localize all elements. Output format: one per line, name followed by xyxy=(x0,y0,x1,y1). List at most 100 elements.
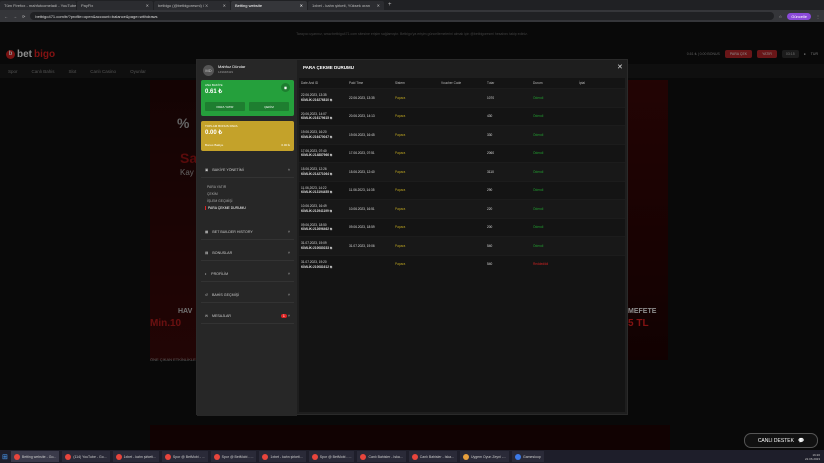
close-tab-icon[interactable]: ✕ xyxy=(146,3,149,8)
copy-icon[interactable]: ⧉ xyxy=(330,265,332,269)
cell-voucher xyxy=(439,143,485,163)
cell-system: Papara xyxy=(393,143,439,163)
windows-taskbar: ⊞ Betting website - Go... (114) YouTube -… xyxy=(0,450,824,463)
copy-icon[interactable]: ⧉ xyxy=(330,135,332,139)
deposit-button[interactable]: PARA YATIR xyxy=(205,102,245,111)
cell-cancel xyxy=(577,217,625,237)
close-icon[interactable]: ✕ xyxy=(617,63,623,71)
cell-paid: 15.06.2023, 12:40 xyxy=(347,162,393,181)
new-tab-icon[interactable]: + xyxy=(388,2,392,8)
taskbar-item-label: Gamesloop xyxy=(522,454,541,459)
table-header-row: Date And ID Paid Time Sistem Voucher Cod… xyxy=(299,78,625,89)
taskbar-item[interactable]: 1xbet - kahn şirketi... xyxy=(259,451,306,462)
windows-start-icon[interactable]: ⊞ xyxy=(2,453,8,461)
cell-paid: 11.06.2023, 14:35 xyxy=(347,180,393,200)
cell-date: 31.07.2023, 19:09 KİMLİK:210080233 ⧉ xyxy=(299,236,347,255)
table-row: 19.06.2023, 16:20 KİMLİK:216470047 ⧉ 19.06… xyxy=(299,125,625,144)
browser-tab[interactable]: betbigo (@betbigoresmi) / X ✕ xyxy=(154,1,230,10)
browser-tab-label: Betting website xyxy=(235,3,263,8)
browser-icon xyxy=(115,453,122,460)
table-row: 09.06.2023, 18:50 KİMLİK:212696462 ⧉ 09.06… xyxy=(299,217,625,237)
taskbar-item[interactable]: Uygem Oyun Zeyni -... xyxy=(459,451,509,462)
bet-builder-icon: ▦ xyxy=(205,230,209,234)
taskbar-item[interactable]: Canlı Bahisler - Iska... xyxy=(357,451,406,462)
forward-icon[interactable]: → xyxy=(13,14,17,19)
url-field[interactable]: betbigo471.com/tr/?profile=open&account=… xyxy=(30,12,774,20)
cell-date: 22.06.2023, 13:35 KİMLİK:216276810 ⧉ xyxy=(299,88,347,107)
close-tab-icon[interactable]: ✕ xyxy=(300,3,303,8)
submenu-withdraw-status[interactable]: PARA ÇEKME DURUMU xyxy=(205,206,246,210)
cell-cancel xyxy=(577,254,625,274)
browser-address-bar: ← → ⟳ betbigo471.com/tr/?profile=open&ac… xyxy=(0,10,824,22)
taskbar-item[interactable]: Gamesloop xyxy=(511,451,544,462)
cell-system: Papara xyxy=(393,254,439,274)
taskbar-item[interactable]: Spor @ BetMobi - ... xyxy=(161,451,208,462)
submenu-withdraw[interactable]: ÇEKİM xyxy=(207,192,218,196)
taskbar-item[interactable]: Spor @ BetMobi - ... xyxy=(210,451,257,462)
menu-icon[interactable]: ⋮ xyxy=(816,14,820,19)
cell-system: Papara xyxy=(393,162,439,181)
back-icon[interactable]: ← xyxy=(4,14,8,19)
taskbar-item-label: 1xbet - kahn şirketi... xyxy=(270,454,303,459)
avatar: MD xyxy=(203,65,214,76)
taskbar-item[interactable]: Spor @ BetMobi - ... xyxy=(308,451,355,462)
browser-tab[interactable]: Tüm Firefox - mahfutcomeladi - YouTube✕ xyxy=(0,1,76,10)
cell-paid xyxy=(347,254,393,274)
taskbar-clock[interactable]: 16:20 22.06.2023 xyxy=(805,453,824,461)
copy-icon[interactable]: ⧉ xyxy=(330,172,332,176)
menu-bet-history[interactable]: ↺ BAHİS GEÇMİŞİ ˅ xyxy=(201,288,294,303)
gift-icon: ▤ xyxy=(205,251,209,255)
id-text: KİMLİK:216179615 xyxy=(301,116,329,121)
account-modal: MD Mahfuz Dündar 149948429 ANA BAKİYE 0.… xyxy=(196,59,628,416)
browser-tab-label: betbigo (@betbigoresmi) / X xyxy=(158,3,208,8)
reload-icon[interactable]: ⟳ xyxy=(22,14,25,19)
copy-icon[interactable]: ⧉ xyxy=(330,153,332,157)
browser-tab[interactable]: Betting website ✕ xyxy=(231,1,307,10)
cell-status: Ödendi xyxy=(531,143,577,163)
taskbar-item[interactable]: Canlı Bahisler - Iska... xyxy=(408,451,457,462)
table-row: 17.06.2023, 07:40 KİMLİK:214887966 ⧉ 17.06… xyxy=(299,143,625,163)
id-text: KİMLİK:216470047 xyxy=(301,134,329,139)
menu-bonuses-label: BONUSLAR xyxy=(212,251,233,255)
taskbar-item[interactable]: Betting website - Go... xyxy=(10,451,60,462)
id-text: KİMLİK:214271064 xyxy=(301,171,329,176)
history-icon: ↺ xyxy=(205,293,209,297)
menu-wallet-label: BAKİYE YÖNETİMİ xyxy=(212,168,244,172)
menu-profile[interactable]: ◐ PROFİLİM ˅ xyxy=(201,267,294,282)
star-icon[interactable]: ☆ xyxy=(779,14,783,19)
browser-tab[interactable]: PayFix ✕ xyxy=(77,1,153,10)
copy-icon[interactable]: ⧉ xyxy=(330,227,332,231)
cell-system: Papara xyxy=(393,180,439,200)
copy-icon[interactable]: ⧉ xyxy=(330,246,332,250)
profile-icon: ◐ xyxy=(205,272,208,276)
taskbar-item[interactable]: 1xbet - kahn şirketi... xyxy=(112,451,159,462)
profile-button[interactable]: Güncelle xyxy=(787,12,811,20)
menu-wallet[interactable]: ▣ BAKİYE YÖNETİMİ ˄ xyxy=(201,163,294,178)
menu-bet-builder[interactable]: ▦ BET BUILDER HISTORY ˅ xyxy=(201,225,294,240)
cell-voucher xyxy=(439,162,485,181)
submenu-history[interactable]: İŞLEM GEÇMİŞİ xyxy=(207,199,232,203)
live-support-label: CANLI DESTEK xyxy=(757,437,794,444)
menu-bonuses[interactable]: ▤ BONUSLAR ˅ xyxy=(201,246,294,261)
copy-icon[interactable]: ⧉ xyxy=(330,98,332,102)
copy-icon[interactable]: ⧉ xyxy=(330,116,332,120)
close-tab-icon[interactable]: ✕ xyxy=(223,3,226,8)
wallet-icon: ▣ xyxy=(205,168,209,172)
withdraw-button[interactable]: ÇEKİM xyxy=(249,102,289,111)
taskbar-item[interactable]: (114) YouTube - Go... xyxy=(62,451,110,462)
copy-icon[interactable]: ⧉ xyxy=(330,209,332,213)
live-support-button[interactable]: CANLI DESTEK 💬 xyxy=(744,433,818,448)
cell-system: Papara xyxy=(393,199,439,218)
balance-card: ANA BAKİYE 0.61 ₺ ◉ PARA YATIR ÇEKİM xyxy=(201,80,294,116)
browser-icon xyxy=(213,453,220,460)
browser-tab[interactable]: 1xbet - kahn şirketi, Yüksek oran ✕ xyxy=(308,1,384,10)
cell-status: Reddedildi xyxy=(531,254,577,274)
menu-messages[interactable]: ✉ MESAJLAR 1 ˅ xyxy=(201,309,294,324)
clock-date: 22.06.2023 xyxy=(804,456,820,461)
eye-icon[interactable]: ◉ xyxy=(281,83,290,92)
cell-voucher xyxy=(439,199,485,218)
close-tab-icon[interactable]: ✕ xyxy=(377,3,380,8)
copy-icon[interactable]: ⧉ xyxy=(330,190,332,194)
submenu-deposit[interactable]: PARA YATIR xyxy=(207,185,226,189)
chevron-down-icon: ˅ xyxy=(287,272,290,276)
